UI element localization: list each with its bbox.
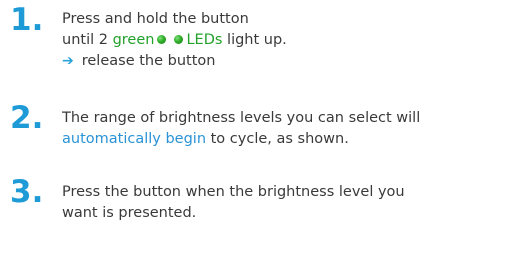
- step-1-line-2-suffix: light up.: [222, 32, 287, 48]
- step-1-number: 1.: [10, 2, 44, 38]
- step-2-line-1: The range of brightness levels you can s…: [62, 110, 421, 126]
- step-1-leds-word: LEDs: [186, 32, 223, 48]
- arrow-right-icon: ➔: [62, 53, 74, 69]
- step-2-line-2-suffix: to cycle, as shown.: [206, 131, 349, 147]
- led-icon-2: [174, 35, 184, 44]
- step-1-release-text: release the button: [81, 53, 216, 69]
- step-3-line-1: Press the button when the brightness lev…: [62, 184, 405, 200]
- step-2-line-2: automatically begin to cycle, as shown.: [62, 129, 507, 150]
- step-3-number: 3.: [10, 174, 44, 210]
- step-1-line-1: Press and hold the button: [62, 11, 249, 27]
- step-1-line-2-prefix: until 2: [62, 32, 113, 48]
- step-2-text: The range of brightness levels you can s…: [62, 108, 507, 150]
- step-1-line-2: until 2 green LEDs light up.: [62, 30, 507, 51]
- step-1-green-word: green: [112, 32, 155, 48]
- step-2-number: 2.: [10, 100, 44, 136]
- led-icon-1: [157, 35, 167, 44]
- step-1-text: Press and hold the button until 2 green L…: [62, 9, 507, 72]
- step-3-text: Press the button when the brightness lev…: [62, 182, 507, 224]
- step-2-blue-phrase: automatically begin: [62, 131, 207, 147]
- step-1-line-3: ➔ release the button: [62, 51, 507, 72]
- step-3-line-2: want is presented.: [62, 205, 197, 221]
